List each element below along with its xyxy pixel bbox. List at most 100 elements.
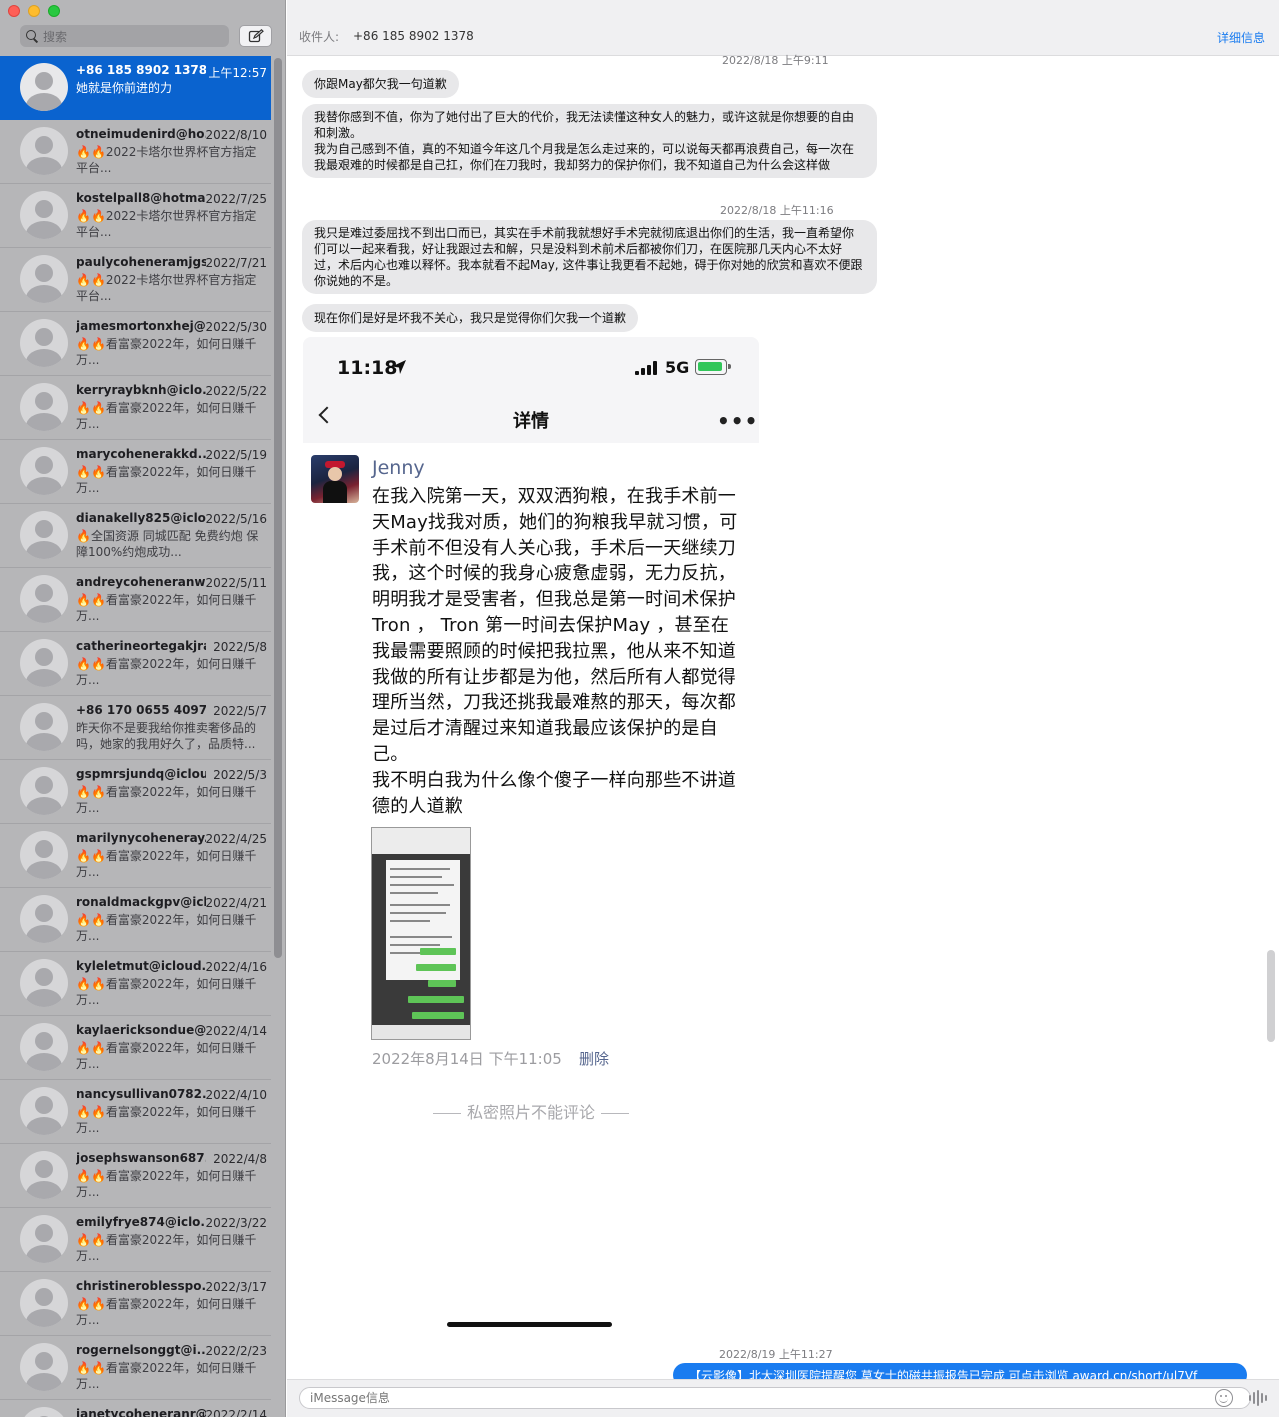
message-preview: 🔥🔥2022卡塔尔世界杯官方指定平台...: [76, 273, 257, 303]
conversation-row[interactable]: +86 170 0655 4097 2022/5/7 昨天你不是要我给你推卖奢侈品的…: [0, 696, 271, 760]
conversation-row[interactable]: otneimudenird@ho... 2022/8/10 🔥🔥2022卡塔尔世界杯…: [0, 120, 271, 184]
conversation-row[interactable]: christineroblesspo... 2022/3/17 🔥🔥看富豪2022年…: [0, 1272, 271, 1336]
sidebar-scrollbar[interactable]: [274, 58, 282, 958]
contact-avatar: [20, 511, 68, 559]
contact-name: marycohenerakkd...: [76, 447, 206, 461]
conversation-date: 2022/8/10: [205, 128, 267, 142]
conversation-row[interactable]: emilyfrye874@iclo... 2022/3/22 🔥🔥看富豪2022年，…: [0, 1208, 271, 1272]
contact-name: kostelpall8@hotma...: [76, 191, 206, 205]
post-text: 在我入院第一天，双双洒狗粮，在我手术前一天May找我对质，她们的狗粮我早就习惯，…: [372, 486, 738, 817]
search-placeholder: 搜索: [43, 29, 68, 44]
conversation-date: 2022/4/8: [213, 1152, 267, 1166]
contact-name: kaylaericksondue@...: [76, 1023, 206, 1037]
contact-name: nancysullivan0782...: [76, 1087, 206, 1101]
conversation-date: 上午12:57: [208, 66, 267, 80]
contact-name: kerryraybknh@iclo...: [76, 383, 206, 397]
conversation-row[interactable]: kyleletmut@icloud.... 2022/4/16 🔥🔥看富豪2022年…: [0, 952, 271, 1016]
message-preview: 🔥🔥看富豪2022年，如何日赚千万...: [76, 401, 257, 431]
post-photo-thumbnail: [371, 827, 471, 1040]
contact-avatar: [20, 959, 68, 1007]
private-photo-text: 私密照片不能评论: [466, 1103, 595, 1122]
conversation-row[interactable]: dianakelly825@iclo... 2022/5/16 🔥全国资源 同城匹配…: [0, 504, 271, 568]
timestamp: 2022/8/19 上午11:27: [719, 1348, 833, 1361]
conversation-row[interactable]: kerryraybknh@iclo... 2022/5/22 🔥🔥看富豪2022年，…: [0, 376, 271, 440]
author-avatar: [311, 455, 359, 503]
conversation-row[interactable]: nancysullivan0782... 2022/4/10 🔥🔥看富豪2022年，…: [0, 1080, 271, 1144]
contact-name: marilynycoheneray...: [76, 831, 206, 845]
message-preview: 🔥🔥看富豪2022年，如何日赚千万...: [76, 1169, 257, 1199]
emoji-icon[interactable]: [1215, 1389, 1233, 1407]
more-icon: •••: [717, 409, 759, 433]
minimize-window-button[interactable]: [28, 5, 40, 17]
conversation-date: 2022/4/10: [205, 1088, 267, 1102]
message-preview: 🔥🔥看富豪2022年，如何日赚千万...: [76, 593, 257, 623]
close-window-button[interactable]: [8, 5, 20, 17]
conversation-row[interactable]: marilynycoheneray... 2022/4/25 🔥🔥看富豪2022年，…: [0, 824, 271, 888]
location-arrow-icon: [392, 360, 406, 374]
conversation-date: 2022/5/3: [213, 768, 267, 782]
conversation-date: 2022/7/21: [205, 256, 267, 270]
conversation-date: 2022/2/14: [205, 1408, 267, 1417]
contact-avatar: [20, 1023, 68, 1071]
conversation-header: 收件人: +86 185 8902 1378 详细信息: [287, 0, 1279, 56]
recipient-value[interactable]: +86 185 8902 1378: [353, 29, 474, 43]
message-preview: 昨天你不是要我给你推卖奢侈品的吗，她家的我用好久了，品质特...: [76, 721, 257, 751]
conversation-date: 2022/5/22: [205, 384, 267, 398]
conversation-row[interactable]: kaylaericksondue@... 2022/4/14 🔥🔥看富豪2022年，…: [0, 1016, 271, 1080]
conversation-row[interactable]: paulycoheneramjgs...2022/7/21 🔥🔥2022卡塔尔世界…: [0, 248, 271, 312]
message-preview: 🔥🔥看富豪2022年，如何日赚千万...: [76, 1041, 257, 1071]
conversation-date: 2022/7/25: [205, 192, 267, 206]
conversation-row[interactable]: marycohenerakkd... 2022/5/19 🔥🔥看富豪2022年，如何…: [0, 440, 271, 504]
sidebar: 搜索 +86 185 8902 1378 上午12:57 她就是你前进的力 otnei…: [0, 0, 286, 1417]
contact-avatar: [20, 1343, 68, 1391]
message-bubble[interactable]: 我只是难过委屈找不到出口而已，其实在手术前我就想好手术完就彻底退出你们的生活，我…: [302, 220, 877, 294]
conversation-row[interactable]: janetycoheneranr@...2022/2/14: [0, 1400, 271, 1417]
contact-name: josephswanson687...: [76, 1151, 206, 1165]
message-preview: 🔥🔥看富豪2022年，如何日赚千万...: [76, 913, 257, 943]
conversation-scrollbar[interactable]: [1267, 950, 1275, 1042]
message-preview: 🔥🔥2022卡塔尔世界杯官方指定平台...: [76, 209, 257, 239]
contact-avatar: [20, 383, 68, 431]
conversation-row[interactable]: gspmrsjundq@iclou... 2022/5/3 🔥🔥看富豪2022年，如…: [0, 760, 271, 824]
signal-icon: [635, 361, 659, 375]
conversation-row[interactable]: josephswanson687... 2022/4/8 🔥🔥看富豪2022年，如何…: [0, 1144, 271, 1208]
contact-name: christineroblesspo...: [76, 1279, 206, 1293]
message-preview: 🔥🔥看富豪2022年，如何日赚千万...: [76, 657, 257, 687]
message-preview: 🔥🔥看富豪2022年，如何日赚千万...: [76, 1361, 257, 1391]
contact-avatar: [20, 895, 68, 943]
conversation-row[interactable]: catherineortegakjra... 2022/5/8 🔥🔥看富豪2022年…: [0, 632, 271, 696]
contact-avatar: [20, 831, 68, 879]
conversation-row[interactable]: jamesmortonxhej@... 2022/5/30 🔥🔥看富豪2022年，如…: [0, 312, 271, 376]
details-button[interactable]: 详细信息: [1217, 29, 1265, 46]
image-attachment[interactable]: 11:18 5G 详情 ••• Jenny 在我入院第一天，双双洒狗粮，在我手术…: [303, 337, 759, 1122]
timestamp: 2022/8/18 上午11:16: [720, 204, 834, 217]
conversation-row[interactable]: andreycoheneranwi...2022/5/11 🔥🔥看富豪2022年，…: [0, 568, 271, 632]
contact-avatar: [20, 703, 68, 751]
zoom-window-button[interactable]: [48, 5, 60, 17]
message-input[interactable]: [299, 1387, 1251, 1409]
contact-name: jamesmortonxhej@...: [76, 319, 206, 333]
home-indicator: [447, 1322, 612, 1327]
conversation-row[interactable]: rogernelsonggt@i... 2022/2/23 🔥🔥看富豪2022年，如…: [0, 1336, 271, 1400]
message-bubble[interactable]: 你跟May都欠我一句道歉: [302, 70, 459, 98]
phone-page-title: 详情: [513, 411, 549, 432]
conversation-date: 2022/5/30: [205, 320, 267, 334]
compose-button[interactable]: [239, 25, 272, 47]
conversation-pane: 收件人: +86 185 8902 1378 详细信息 2022/8/18 上午…: [287, 0, 1279, 1417]
contact-avatar: [20, 127, 68, 175]
contact-name: dianakelly825@iclo...: [76, 511, 206, 525]
conversation-row[interactable]: +86 185 8902 1378 上午12:57 她就是你前进的力: [0, 56, 271, 120]
conversation-row[interactable]: kostelpall8@hotma... 2022/7/25 🔥🔥2022卡塔尔世界…: [0, 184, 271, 248]
message-bubble[interactable]: 现在你们是好是坏我不关心，我只是觉得你们欠我一个道歉: [302, 304, 639, 332]
search-input[interactable]: 搜索: [20, 25, 229, 47]
message-preview: 🔥🔥2022卡塔尔世界杯官方指定平台...: [76, 145, 257, 175]
audio-message-icon[interactable]: [1249, 1390, 1267, 1406]
conversation-row[interactable]: ronaldmackgpv@icl...2022/4/21 🔥🔥看富豪2022年，…: [0, 888, 271, 952]
contact-avatar: [20, 1151, 68, 1199]
contact-avatar: [20, 191, 68, 239]
author-name: Jenny: [372, 457, 425, 479]
contact-name: andreycoheneranwi...: [76, 575, 206, 589]
conversation-date: 2022/5/19: [205, 448, 267, 462]
contact-avatar: [20, 63, 68, 111]
message-bubble[interactable]: 我替你感到不值，你为了她付出了巨大的代价，我无法读懂这种女人的魅力，或许这就是你…: [302, 104, 877, 178]
